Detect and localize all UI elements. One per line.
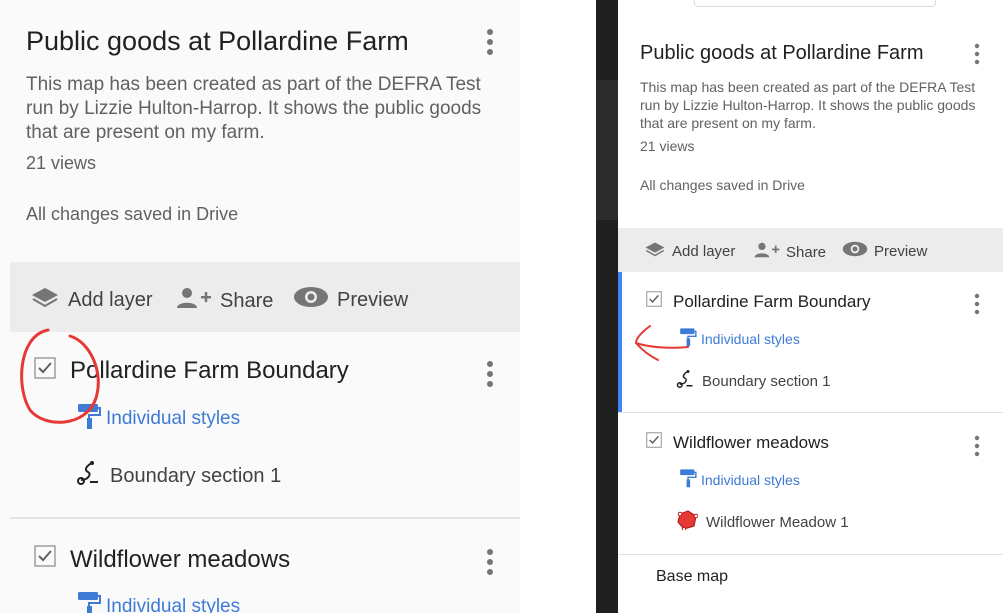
- individual-styles-label: Individual styles: [701, 471, 800, 488]
- share-label: Share: [786, 243, 827, 261]
- layer-name[interactable]: Pollardine Farm Boundary: [673, 292, 870, 312]
- add-layer-button[interactable]: Add layer: [644, 241, 735, 261]
- preview-label: Preview: [874, 242, 928, 260]
- paint-roller-icon: [76, 590, 102, 613]
- paint-roller-icon: [678, 327, 698, 350]
- preview-label: Preview: [337, 288, 409, 311]
- share-button[interactable]: Share: [754, 241, 826, 263]
- paint-roller-icon: [76, 402, 102, 436]
- divider: [618, 554, 1003, 555]
- layer-name[interactable]: Pollardine Farm Boundary: [70, 357, 349, 385]
- layers-toolbar: Add layer Share Preview: [10, 262, 520, 332]
- layers-toolbar: Add layer Share Preview: [618, 228, 1003, 272]
- feature-list-item[interactable]: Boundary section 1: [76, 460, 281, 492]
- individual-styles-link[interactable]: Individual styles: [76, 590, 240, 613]
- share-label: Share: [220, 289, 274, 312]
- individual-styles-label: Individual styles: [106, 596, 241, 613]
- paint-roller-icon: [678, 468, 698, 491]
- add-layer-label: Add layer: [68, 288, 153, 311]
- layer-name[interactable]: Wildflower meadows: [673, 433, 829, 453]
- layer-visibility-checkbox[interactable]: [646, 291, 662, 312]
- layer-visibility-checkbox[interactable]: [34, 357, 56, 384]
- map-options-icon[interactable]: [478, 24, 502, 65]
- individual-styles-link[interactable]: Individual styles: [678, 327, 800, 350]
- individual-styles-label: Individual styles: [701, 330, 800, 347]
- search-box-edge[interactable]: [694, 0, 936, 7]
- add-person-icon: [176, 286, 212, 316]
- right-layers-panel: Public goods at Pollardine Farm This map…: [618, 0, 1003, 613]
- view-count: 21 views: [640, 138, 695, 154]
- preview-button[interactable]: Preview: [293, 286, 408, 314]
- map-description[interactable]: This map has been created as part of the…: [640, 78, 990, 132]
- eye-icon: [293, 286, 329, 314]
- layer-visibility-checkbox[interactable]: [646, 432, 662, 453]
- feature-label: Boundary section 1: [702, 372, 831, 390]
- layer-options-icon[interactable]: [478, 356, 502, 397]
- individual-styles-link[interactable]: Individual styles: [678, 468, 800, 491]
- polygon-icon: [676, 510, 699, 534]
- left-layers-panel: Public goods at Pollardine Farm This map…: [0, 0, 520, 613]
- divider: [618, 412, 1003, 413]
- map-description[interactable]: This map has been created as part of the…: [26, 73, 496, 145]
- individual-styles-link[interactable]: Individual styles: [76, 402, 240, 436]
- layer-options-icon[interactable]: [968, 290, 986, 323]
- layer-options-icon[interactable]: [968, 432, 986, 465]
- add-layer-button[interactable]: Add layer: [30, 286, 153, 314]
- layer-name[interactable]: Wildflower meadows: [70, 546, 290, 574]
- map-edge-strip: [596, 0, 618, 613]
- feature-label: Wildflower Meadow 1: [706, 513, 849, 531]
- line-path-icon: [76, 460, 100, 492]
- save-status: All changes saved in Drive: [26, 204, 239, 224]
- base-map-item[interactable]: Base map: [656, 568, 728, 586]
- eye-icon: [842, 241, 868, 261]
- map-options-icon[interactable]: [968, 40, 986, 73]
- map-title[interactable]: Public goods at Pollardine Farm: [640, 42, 923, 65]
- layer-visibility-checkbox[interactable]: [34, 545, 56, 572]
- active-layer-indicator: [618, 272, 622, 412]
- feature-list-item[interactable]: Boundary section 1: [676, 369, 830, 393]
- layers-icon: [30, 286, 60, 314]
- feature-list-item[interactable]: Wildflower Meadow 1: [676, 510, 849, 534]
- layers-icon: [644, 241, 666, 261]
- divider: [10, 517, 520, 519]
- layer-options-icon[interactable]: [478, 544, 502, 585]
- preview-button[interactable]: Preview: [842, 241, 927, 261]
- map-title[interactable]: Public goods at Pollardine Farm: [26, 26, 409, 57]
- save-status: All changes saved in Drive: [640, 177, 805, 193]
- view-count: 21 views: [26, 153, 97, 173]
- individual-styles-label: Individual styles: [106, 408, 241, 429]
- add-person-icon: [754, 241, 780, 263]
- share-button[interactable]: Share: [176, 286, 273, 316]
- strip-shade: [596, 80, 618, 220]
- add-layer-label: Add layer: [672, 242, 736, 260]
- line-path-icon: [676, 369, 694, 393]
- feature-label: Boundary section 1: [110, 464, 282, 487]
